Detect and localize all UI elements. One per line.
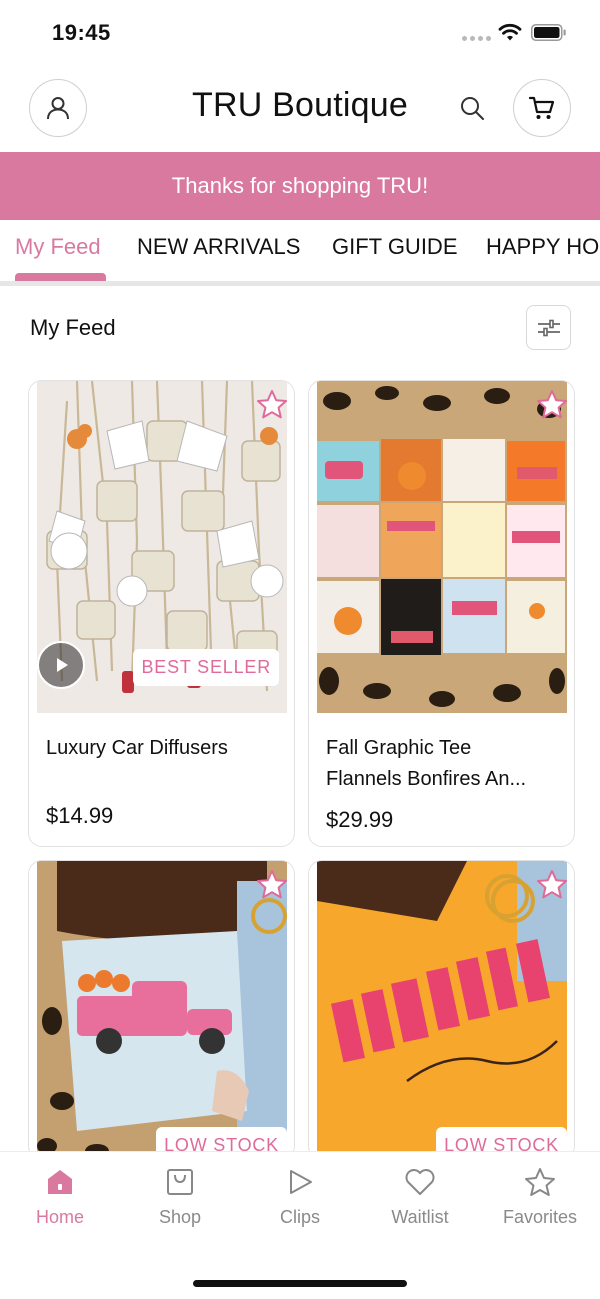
- signal-icon: [462, 36, 491, 41]
- product-image[interactable]: LOW STOCK: [317, 861, 567, 1159]
- filter-button[interactable]: [526, 305, 571, 350]
- play-video-button[interactable]: [37, 641, 85, 689]
- product-card[interactable]: Fall Graphic Tee Flannels Bonfires An...…: [308, 380, 575, 847]
- product-price: $29.99: [326, 807, 394, 832]
- product-image[interactable]: [317, 381, 567, 713]
- product-name-line-1: Fall Graphic Tee: [326, 737, 472, 759]
- star-icon: [525, 1168, 555, 1196]
- search-icon: [461, 97, 484, 120]
- status-time: 19:45: [52, 20, 111, 45]
- favorite-star-icon[interactable]: [536, 869, 568, 901]
- product-card[interactable]: LOW STOCK: [28, 860, 295, 1160]
- best-seller-badge: BEST SELLER: [133, 649, 279, 686]
- product-price: $14.99: [46, 803, 114, 828]
- sliders-icon: [537, 319, 560, 336]
- nav-shop[interactable]: Shop: [120, 1167, 240, 1228]
- favorite-star-icon[interactable]: [256, 869, 288, 901]
- product-card[interactable]: LOW STOCK: [308, 860, 575, 1160]
- bottom-nav: Home Shop Clips Waitlist Favorites: [0, 1151, 600, 1299]
- promo-text: Thanks for shopping TRU!: [171, 173, 429, 198]
- category-tabs: My Feed NEW ARRIVALS GIFT GUIDE HAPPY HO…: [0, 220, 600, 286]
- home-indicator: [193, 1280, 407, 1287]
- nav-label: Shop: [158, 1207, 202, 1227]
- active-tab-indicator: [15, 273, 106, 281]
- nav-favorites[interactable]: Favorites: [480, 1167, 600, 1228]
- app-header: TRU Boutique: [0, 64, 600, 152]
- tab-happy-hour[interactable]: HAPPY HOUR: [486, 234, 600, 260]
- shopping-bag-icon: [167, 1169, 193, 1195]
- nav-label: Waitlist: [391, 1207, 449, 1227]
- wifi-icon: [498, 23, 522, 41]
- product-image[interactable]: LOW STOCK: [37, 861, 287, 1159]
- nav-clips[interactable]: Clips: [240, 1167, 360, 1228]
- favorite-star-icon[interactable]: [536, 389, 568, 421]
- play-icon: [57, 658, 68, 672]
- product-image[interactable]: BEST SELLER: [37, 381, 287, 713]
- product-card[interactable]: BEST SELLER Luxury Car Diffusers $14.99: [28, 380, 295, 847]
- favorite-star-icon[interactable]: [256, 389, 288, 421]
- nav-label: Home: [35, 1207, 84, 1227]
- nav-label: Clips: [279, 1207, 320, 1227]
- search-button[interactable]: [456, 92, 488, 124]
- tab-new-arrivals[interactable]: NEW ARRIVALS: [137, 234, 300, 260]
- feed-title: My Feed: [30, 315, 116, 340]
- product-name: Fall Graphic Tee Flannels Bonfires An...: [326, 733, 556, 795]
- status-bar: 19:45: [0, 0, 600, 64]
- play-icon: [290, 1170, 312, 1194]
- tab-my-feed[interactable]: My Feed: [15, 234, 101, 260]
- product-name-line-2: Flannels Bonfires An...: [326, 768, 527, 790]
- product-name: Luxury Car Diffusers: [46, 737, 228, 759]
- heart-icon: [405, 1169, 435, 1195]
- brand-title: TRU Boutique: [192, 86, 408, 124]
- nav-label: Favorites: [502, 1207, 578, 1227]
- battery-icon: [531, 24, 566, 41]
- promo-banner[interactable]: Thanks for shopping TRU!: [0, 152, 600, 220]
- tab-gift-guide[interactable]: GIFT GUIDE: [332, 234, 458, 260]
- cart-icon: [528, 96, 555, 119]
- cart-button[interactable]: [513, 79, 571, 137]
- home-icon: [48, 1170, 72, 1194]
- nav-waitlist[interactable]: Waitlist: [360, 1167, 480, 1228]
- nav-home[interactable]: Home: [0, 1167, 120, 1228]
